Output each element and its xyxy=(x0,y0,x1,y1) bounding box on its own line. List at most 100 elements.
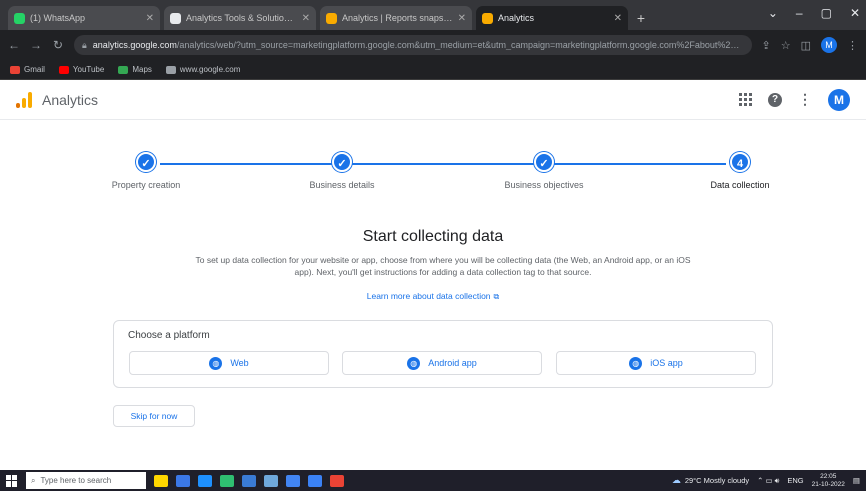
url-domain: analytics.google.com xyxy=(92,40,177,50)
platform-label: Android app xyxy=(428,358,477,368)
tab-search-icon[interactable]: ⌄ xyxy=(768,6,778,20)
browser-tab-strip: (1) WhatsApp ✕ Analytics Tools & Solutio… xyxy=(0,0,866,30)
globe-icon xyxy=(165,65,176,74)
account-avatar[interactable]: M xyxy=(828,88,850,111)
close-icon[interactable]: ✕ xyxy=(458,13,466,24)
weather-text: 29°C Mostly cloudy xyxy=(684,476,750,485)
google-icon xyxy=(170,12,181,24)
search-placeholder: Type here to search xyxy=(40,476,112,485)
browser-menu-icon[interactable]: ⋮ xyxy=(847,39,858,52)
bookmark-youtube[interactable]: YouTube xyxy=(58,65,104,74)
analytics-header: Analytics ? ⋮ M xyxy=(0,80,866,120)
bookmark-google[interactable]: www.google.com xyxy=(165,65,241,74)
clock-date: 21-10-2022 xyxy=(811,480,845,488)
forward-icon[interactable]: → xyxy=(30,38,42,52)
analytics-logo-icon[interactable] xyxy=(16,91,32,108)
search-icon: ⌕ xyxy=(31,475,36,485)
step-label: Property creation xyxy=(111,180,181,190)
taskbar-app-icon[interactable] xyxy=(242,474,256,487)
youtube-icon xyxy=(58,65,69,74)
skip-for-now-button[interactable]: Skip for now xyxy=(113,405,195,427)
step-label: Business objectives xyxy=(504,180,584,190)
maps-icon xyxy=(118,65,129,74)
cloud-icon: ☁ xyxy=(671,475,681,485)
external-link-icon[interactable]: ⧉ xyxy=(494,292,500,301)
browser-tab-reports-snapshot[interactable]: Analytics | Reports snapshot ✕ xyxy=(320,6,472,30)
step-business-details: ✓ Business details xyxy=(282,152,402,190)
tab-title: (1) WhatsApp xyxy=(30,13,86,23)
tab-title: Analytics | Reports snapshot xyxy=(342,13,454,23)
platform-label: Web xyxy=(230,358,249,368)
taskbar-clock[interactable]: 22:05 21-10-2022 xyxy=(812,473,845,489)
url-path: /analytics/web/?utm_source=marketingplat… xyxy=(176,40,744,50)
step-property-creation: ✓ Property creation xyxy=(86,152,206,190)
close-icon[interactable]: ✕ xyxy=(146,13,154,24)
check-icon: ✓ xyxy=(534,152,554,172)
language-indicator[interactable]: ENG xyxy=(787,476,803,485)
browser-tab-whatsapp[interactable]: (1) WhatsApp ✕ xyxy=(8,6,160,30)
bookmark-label: Gmail xyxy=(24,65,45,74)
browser-tab-analytics[interactable]: Analytics ✕ xyxy=(476,6,628,30)
step-label: Data collection xyxy=(710,180,770,190)
step-number: 4 xyxy=(730,152,750,172)
bookmarks-bar: Gmail YouTube Maps www.google.com xyxy=(0,60,866,80)
taskbar-app-icon[interactable] xyxy=(286,474,300,487)
globe-icon: ◍ xyxy=(209,356,223,370)
help-icon[interactable]: ? xyxy=(768,92,782,107)
sidepanel-icon[interactable]: ◫ xyxy=(801,39,811,52)
close-icon[interactable]: ✕ xyxy=(302,13,310,24)
step-data-collection: 4 Data collection xyxy=(680,152,800,190)
window-controls: ⌄ – ▢ ✕ xyxy=(768,6,860,20)
choose-platform-card: Choose a platform ◍ Web ◍ Android app ◍ … xyxy=(113,320,773,388)
taskbar-app-icon[interactable] xyxy=(220,474,234,487)
mail-icon[interactable] xyxy=(264,474,278,487)
more-vert-icon[interactable]: ⋮ xyxy=(798,91,812,108)
close-icon[interactable]: ✕ xyxy=(614,13,622,24)
header-actions: ? ⋮ M xyxy=(739,88,850,111)
platform-label: iOS app xyxy=(650,358,683,368)
browser-tab-analytics-tools[interactable]: Analytics Tools & Solutions for Your Bus… xyxy=(164,6,316,30)
edge-icon[interactable] xyxy=(198,474,212,487)
tray-icons[interactable]: ⌃ ▭ 🔊︎ xyxy=(757,476,779,486)
bookmark-label: Maps xyxy=(132,65,152,74)
apple-icon: ◍ xyxy=(629,356,643,370)
reload-icon[interactable]: ↻ xyxy=(52,38,64,52)
bookmark-star-icon[interactable]: ☆ xyxy=(781,39,791,52)
address-bar[interactable]: 🔒︎ analytics.google.com /analytics/web/?… xyxy=(74,35,752,55)
page-title: Start collecting data xyxy=(362,228,504,245)
maximize-button[interactable]: ▢ xyxy=(821,6,832,20)
new-tab-button[interactable]: + xyxy=(632,9,650,27)
system-tray: ☁ 29°C Mostly cloudy ⌃ ▭ 🔊︎ ENG 22:05 21… xyxy=(672,473,860,489)
windows-start-icon[interactable] xyxy=(6,474,18,487)
task-view-icon[interactable] xyxy=(176,474,190,487)
chrome-icon[interactable] xyxy=(330,474,344,487)
share-icon[interactable]: ⇪ xyxy=(762,39,771,52)
back-icon[interactable]: ← xyxy=(8,38,20,52)
learn-more-link-row: Learn more about data collection ⧉ xyxy=(0,291,866,302)
windows-taskbar: ⌕ Type here to search ☁ 29°C Mostly clou… xyxy=(0,470,866,491)
browser-toolbar: ← → ↻ 🔒︎ analytics.google.com /analytics… xyxy=(0,30,866,60)
taskbar-app-icon[interactable] xyxy=(154,474,168,487)
taskbar-app-icon[interactable] xyxy=(308,474,322,487)
weather-widget[interactable]: ☁ 29°C Mostly cloudy xyxy=(672,475,749,486)
apps-grid-icon[interactable] xyxy=(739,93,752,106)
platform-ios-button[interactable]: ◍ iOS app xyxy=(556,351,756,375)
browser-profile-avatar[interactable]: M xyxy=(821,37,837,53)
app-title: Analytics xyxy=(42,91,99,108)
check-icon: ✓ xyxy=(332,152,352,172)
android-icon: ◍ xyxy=(407,356,421,370)
taskbar-search-input[interactable]: ⌕ Type here to search xyxy=(26,472,146,489)
bookmark-gmail[interactable]: Gmail xyxy=(10,65,45,74)
notifications-icon[interactable]: ▤ xyxy=(853,476,860,485)
learn-more-link[interactable]: Learn more about data collection xyxy=(367,291,491,301)
bookmark-label: www.google.com xyxy=(179,65,241,74)
platform-card-title: Choose a platform xyxy=(128,330,210,341)
bookmark-maps[interactable]: Maps xyxy=(118,65,152,74)
window-close-button[interactable]: ✕ xyxy=(850,6,860,20)
setup-stepper: ✓ Property creation ✓ Business details ✓… xyxy=(100,152,786,202)
check-icon: ✓ xyxy=(136,152,156,172)
minimize-button[interactable]: – xyxy=(796,6,803,20)
platform-android-button[interactable]: ◍ Android app xyxy=(342,351,542,375)
platform-web-button[interactable]: ◍ Web xyxy=(129,351,329,375)
gmail-icon xyxy=(10,65,20,74)
